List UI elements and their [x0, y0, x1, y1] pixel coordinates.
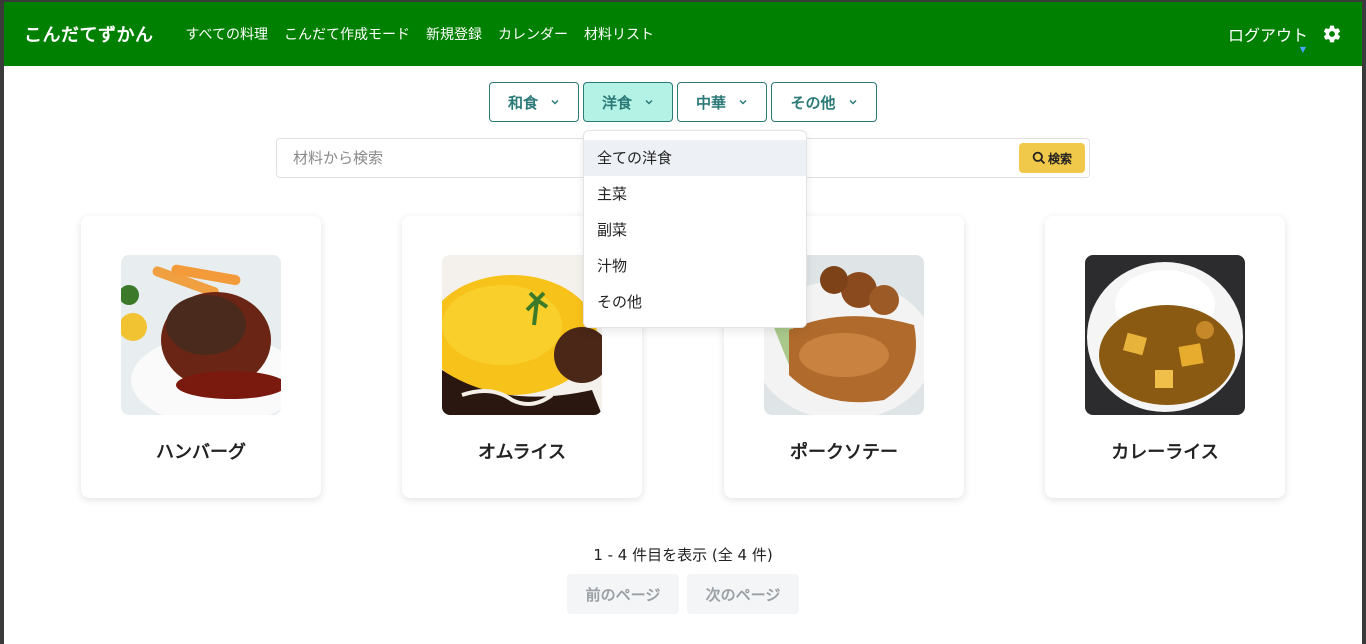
recipe-title: ハンバーグ: [156, 442, 246, 463]
pagination-info: 1 - 4 件目を表示 (全 4 件): [593, 546, 773, 564]
next-page-button[interactable]: 次のページ: [687, 574, 799, 614]
category-label: 洋食: [601, 93, 632, 112]
chevron-down-icon: [848, 99, 857, 105]
category-yoshoku-button[interactable]: 洋食: [583, 82, 673, 122]
chevron-down-icon: ▼: [1299, 45, 1306, 54]
recipe-title: ポークソテー: [790, 442, 898, 463]
nav-new-register[interactable]: 新規登録: [426, 24, 482, 44]
dropdown-item-soup[interactable]: 汁物: [584, 248, 806, 284]
gear-icon[interactable]: [1322, 24, 1342, 44]
search-icon: [1032, 151, 1046, 165]
chevron-down-icon: [739, 99, 747, 105]
recipe-card[interactable]: カレーライス: [1045, 216, 1285, 498]
nav-calendar[interactable]: カレンダー: [498, 24, 568, 44]
brand-logo[interactable]: こんだてずかん: [24, 21, 154, 47]
category-washoku-button[interactable]: 和食: [489, 82, 579, 122]
recipe-image: [442, 255, 602, 415]
nav-ingredient-list[interactable]: 材料リスト: [584, 24, 654, 44]
nav-all-dishes[interactable]: すべての料理: [186, 24, 268, 44]
recipe-title: カレーライス: [1111, 442, 1219, 463]
nav-menu-mode[interactable]: こんだて作成モード: [284, 24, 410, 44]
recipe-title: オムライス: [477, 442, 567, 463]
dropdown-item-all-yoshoku[interactable]: 全ての洋食: [584, 140, 806, 176]
category-label: 和食: [507, 93, 538, 112]
logout-button[interactable]: ログアウト ▼: [1227, 22, 1308, 54]
search-button[interactable]: 検索: [1019, 143, 1085, 173]
category-label: その他: [790, 93, 836, 112]
nav-links: すべての料理 こんだて作成モード 新規登録 カレンダー 材料リスト: [186, 24, 654, 44]
navbar: こんだてずかん すべての料理 こんだて作成モード 新規登録 カレンダー 材料リス…: [4, 2, 1362, 66]
category-label: 中華: [695, 93, 726, 112]
logout-label: ログアウト: [1227, 26, 1308, 45]
category-other-button[interactable]: その他: [771, 82, 877, 122]
category-bar: 和食 洋食 中華 その他: [4, 82, 1362, 122]
page: こんだてずかん すべての料理 こんだて作成モード 新規登録 カレンダー 材料リス…: [4, 2, 1362, 644]
dropdown-item-other[interactable]: その他: [584, 284, 806, 320]
dropdown-item-main-dish[interactable]: 主菜: [584, 176, 806, 212]
chevron-down-icon: [645, 99, 653, 105]
recipe-card[interactable]: ハンバーグ: [81, 216, 321, 498]
pagination: 前のページ 次のページ: [567, 574, 799, 614]
prev-page-button[interactable]: 前のページ: [567, 574, 679, 614]
chevron-down-icon: [551, 99, 559, 105]
yoshoku-dropdown-menu: 全ての洋食 主菜 副菜 汁物 その他: [583, 130, 807, 328]
nav-right: ログアウト ▼: [1227, 22, 1342, 54]
recipe-image: [121, 255, 281, 415]
dropdown-item-side-dish[interactable]: 副菜: [584, 212, 806, 248]
recipe-image: [1085, 255, 1245, 415]
search-button-label: 検索: [1047, 151, 1072, 166]
category-chuka-button[interactable]: 中華: [677, 82, 767, 122]
